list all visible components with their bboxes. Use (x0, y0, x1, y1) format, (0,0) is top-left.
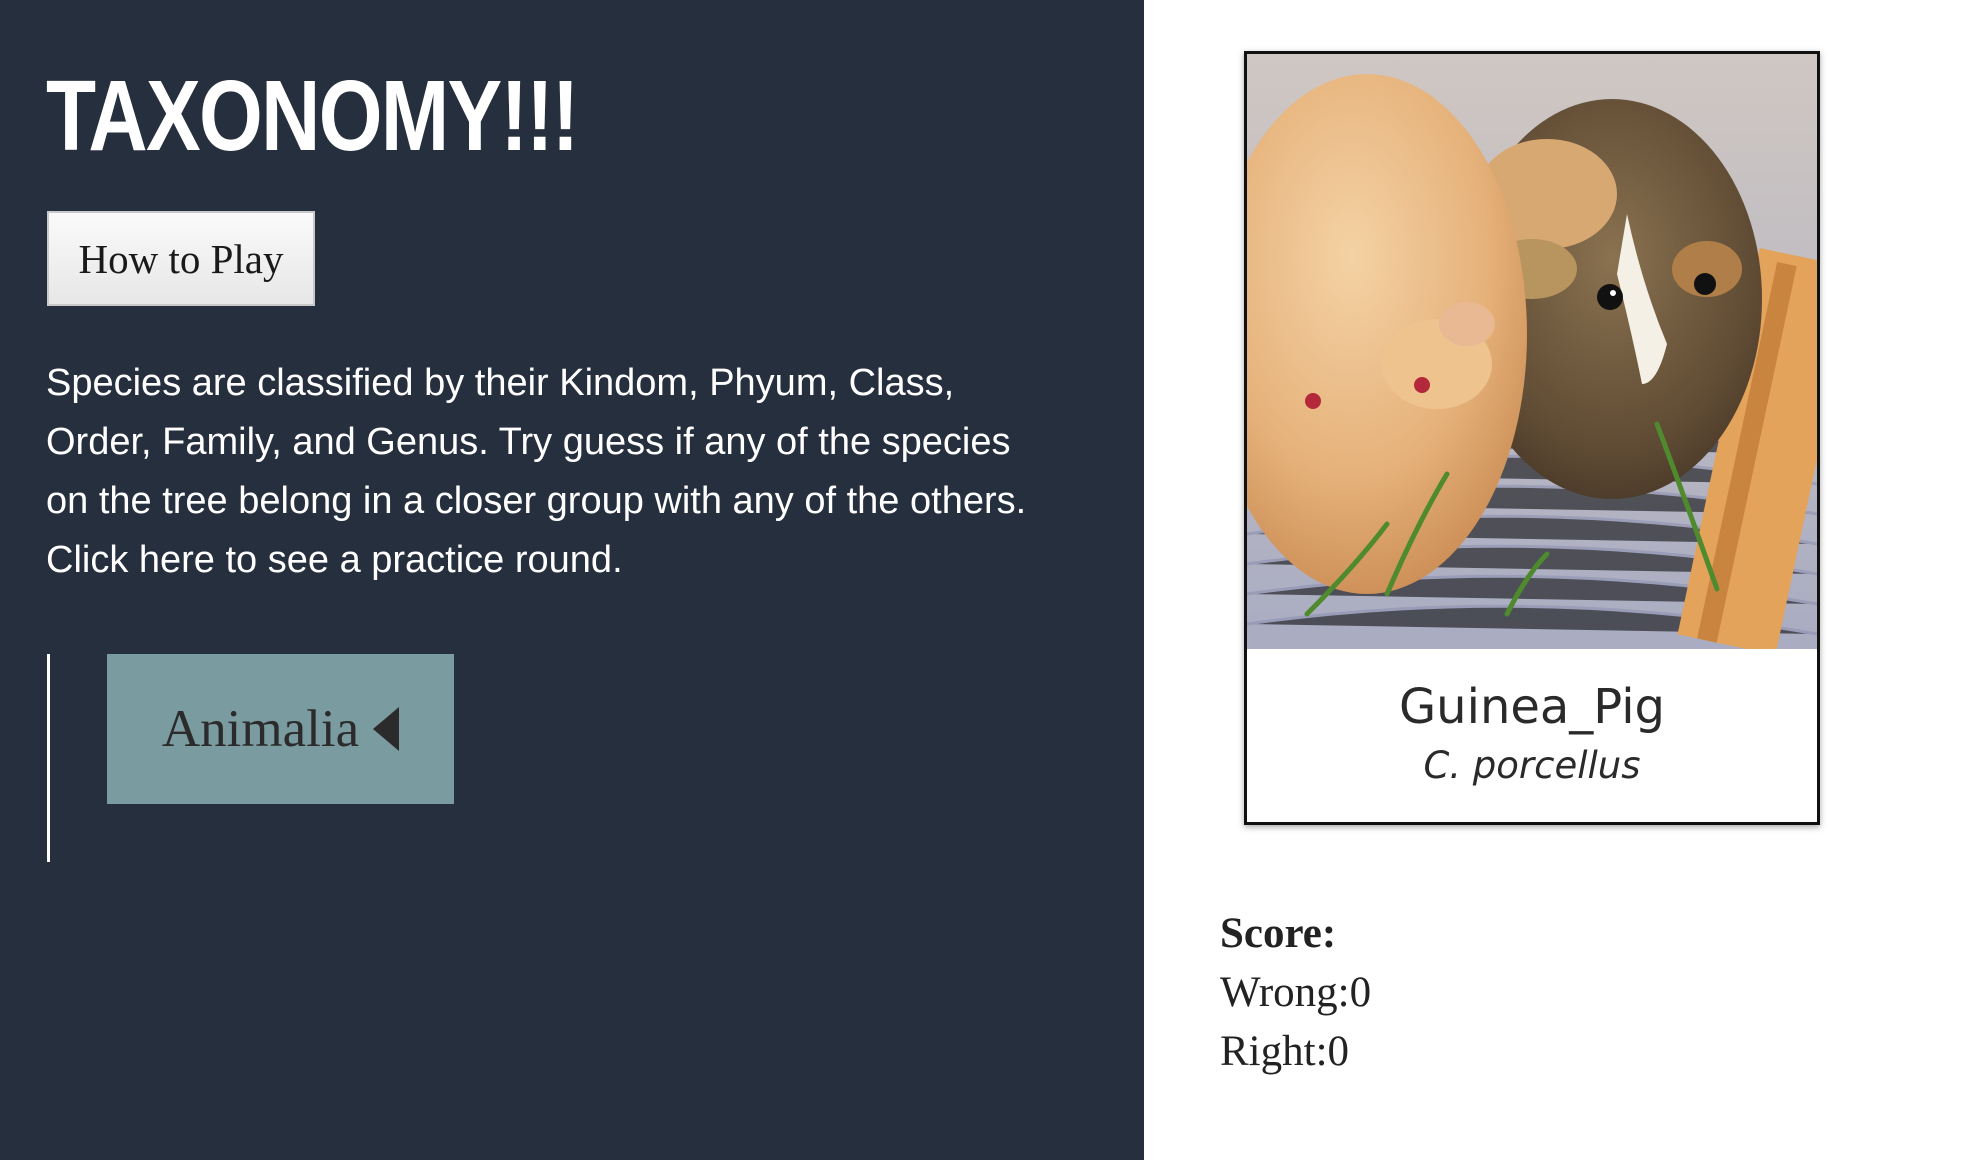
score-wrong: Wrong:0 (1220, 963, 1371, 1022)
left-panel: TAXONOMY!!! How to Play Species are clas… (0, 0, 1144, 1160)
species-card[interactable]: Guinea_Pig C. porcellus (1244, 51, 1820, 825)
score-title: Score: (1220, 910, 1337, 957)
score-wrong-label: Wrong: (1220, 969, 1350, 1016)
how-to-play-button[interactable]: How to Play (47, 211, 315, 306)
caret-left-icon[interactable] (373, 707, 400, 751)
page-title: TAXONOMY!!! (46, 60, 579, 172)
species-common-name: Guinea_Pig (1398, 679, 1665, 735)
tree-node-label: Animalia (161, 700, 360, 758)
instructions-text[interactable]: Species are classified by their Kindom, … (46, 354, 1056, 590)
guinea-pig-photo (1247, 54, 1817, 649)
score-panel: Score: Wrong:0 Right:0 (1220, 905, 1371, 1081)
species-scientific-name: C. porcellus (1423, 744, 1641, 787)
tree-node-animalia[interactable]: Animalia (107, 654, 454, 804)
score-right: Right:0 (1220, 1022, 1371, 1081)
score-right-label: Right: (1220, 1028, 1328, 1075)
tree-branch-line (47, 654, 50, 862)
score-right-value: 0 (1327, 1028, 1350, 1075)
score-wrong-value: 0 (1349, 969, 1372, 1016)
